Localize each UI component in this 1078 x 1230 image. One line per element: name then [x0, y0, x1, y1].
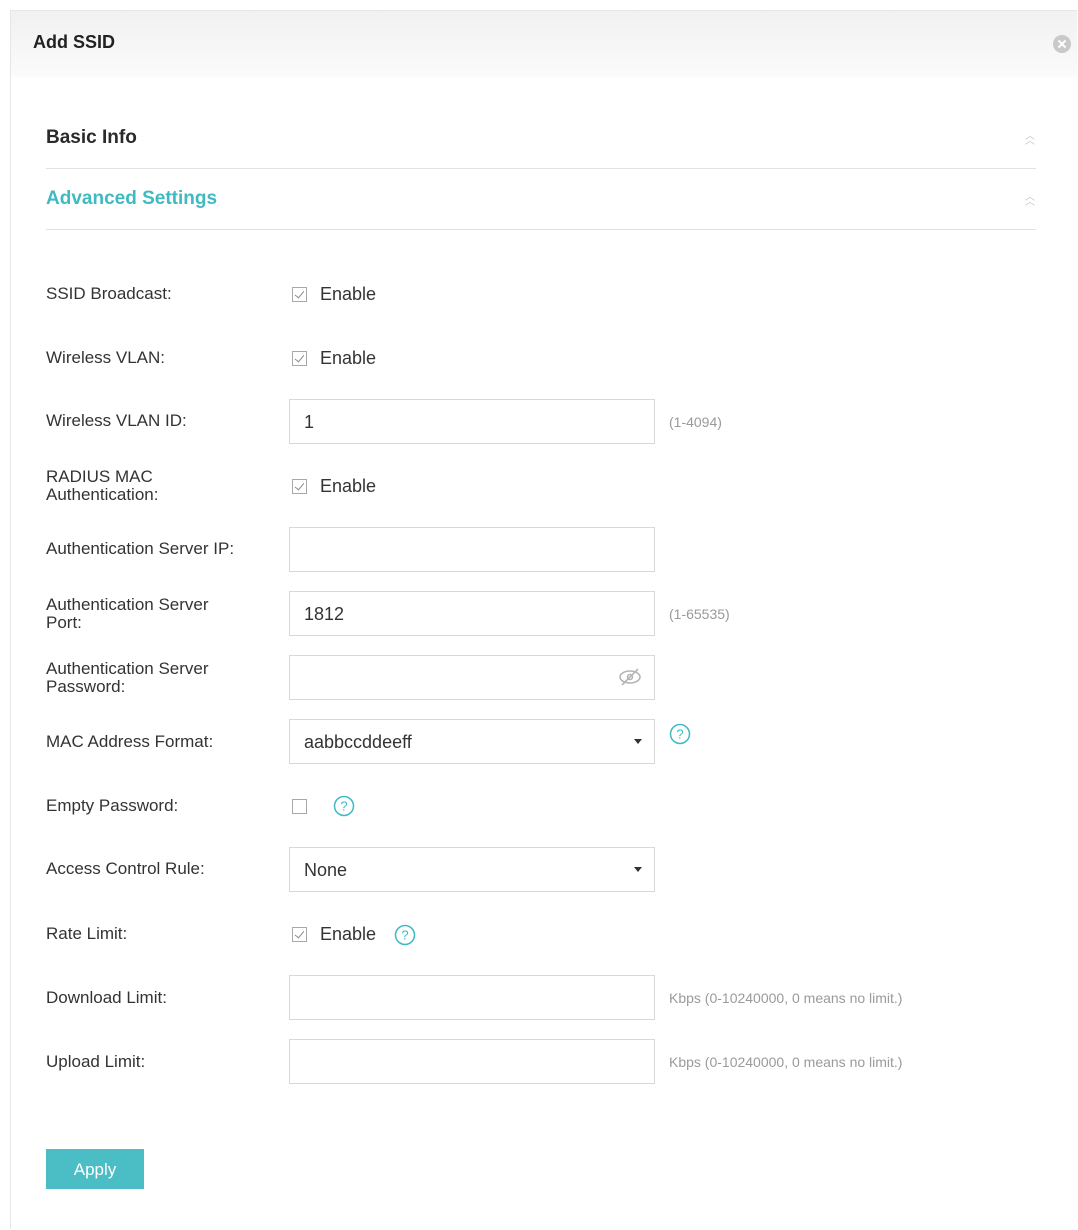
- help-icon[interactable]: ?: [669, 723, 691, 745]
- rate-limit-label: Rate Limit:: [46, 924, 128, 943]
- access-control-rule-select[interactable]: None: [289, 847, 655, 892]
- download-limit-hint: Kbps (0-10240000, 0 means no limit.): [669, 990, 903, 1006]
- rate-limit-enable-label: Enable: [320, 924, 377, 944]
- svg-text:?: ?: [401, 928, 408, 943]
- chevron-down-icon: [634, 739, 642, 744]
- radius-mac-auth-label-line1: RADIUS MAC: [46, 467, 153, 486]
- wireless-vlan-checkbox[interactable]: [292, 351, 307, 366]
- empty-password-label: Empty Password:: [46, 796, 179, 815]
- auth-server-port-label-line2: Port:: [46, 613, 82, 632]
- help-icon[interactable]: ?: [333, 795, 355, 817]
- chevron-down-icon: [634, 867, 642, 872]
- ssid-broadcast-enable-label: Enable: [320, 284, 377, 304]
- wireless-vlan-id-hint: (1-4094): [669, 414, 722, 430]
- radius-mac-auth-enable-label: Enable: [320, 476, 377, 496]
- wireless-vlan-id-label: Wireless VLAN ID:: [46, 411, 187, 430]
- download-limit-input[interactable]: [289, 975, 655, 1020]
- radius-mac-auth-label-line2: Authentication:: [46, 485, 159, 504]
- access-control-rule-label: Access Control Rule:: [46, 859, 205, 878]
- wireless-vlan-id-input[interactable]: 1: [289, 399, 655, 444]
- rate-limit-checkbox[interactable]: [292, 927, 307, 942]
- auth-server-ip-label: Authentication Server IP:: [46, 539, 235, 558]
- help-icon[interactable]: ?: [394, 924, 416, 946]
- section-basic-info-label: Basic Info: [46, 127, 137, 148]
- wireless-vlan-enable-label: Enable: [320, 348, 377, 368]
- check-icon: [294, 352, 305, 363]
- upload-limit-hint: Kbps (0-10240000, 0 means no limit.): [669, 1054, 903, 1070]
- mac-address-format-value: aabbccddeeff: [304, 732, 412, 752]
- eye-off-icon[interactable]: [618, 667, 642, 687]
- access-control-rule-value: None: [304, 860, 348, 880]
- auth-server-password-label-line1: Authentication Server: [46, 659, 209, 678]
- double-chevron-icon[interactable]: ︿ ︿: [1025, 132, 1035, 147]
- section-advanced-settings[interactable]: Advanced Settings ︿ ︿: [46, 169, 1036, 230]
- close-icon[interactable]: [1053, 35, 1071, 53]
- upload-limit-input[interactable]: [289, 1039, 655, 1084]
- check-icon: [294, 288, 305, 299]
- mac-address-format-select[interactable]: aabbccddeeff: [289, 719, 655, 764]
- auth-server-port-hint: (1-65535): [669, 606, 730, 622]
- section-basic-info[interactable]: Basic Info ︿ ︿: [46, 108, 1036, 169]
- section-advanced-settings-label: Advanced Settings: [46, 188, 218, 209]
- upload-limit-label: Upload Limit:: [46, 1052, 146, 1071]
- svg-text:?: ?: [340, 799, 347, 814]
- ssid-broadcast-checkbox[interactable]: [292, 287, 307, 302]
- dialog-titlebar: Add SSID: [11, 11, 1077, 77]
- double-chevron-icon[interactable]: ︿ ︿: [1025, 193, 1035, 208]
- download-limit-label: Download Limit:: [46, 988, 167, 1007]
- auth-server-ip-input[interactable]: [289, 527, 655, 572]
- svg-text:?: ?: [676, 727, 683, 742]
- auth-server-port-label-line1: Authentication Server: [46, 595, 209, 614]
- auth-server-password-label-line2: Password:: [46, 677, 126, 696]
- wireless-vlan-id-value: 1: [304, 412, 315, 432]
- check-icon: [294, 480, 305, 491]
- ssid-broadcast-label: SSID Broadcast:: [46, 284, 172, 303]
- check-icon: [294, 928, 305, 939]
- auth-server-port-value: 1812: [304, 604, 345, 624]
- dialog-title: Add SSID: [33, 32, 116, 52]
- empty-password-checkbox[interactable]: [292, 799, 307, 814]
- auth-server-password-input[interactable]: [289, 655, 655, 700]
- apply-button[interactable]: Apply: [46, 1149, 144, 1189]
- wireless-vlan-label: Wireless VLAN:: [46, 348, 166, 367]
- radius-mac-auth-checkbox[interactable]: [292, 479, 307, 494]
- auth-server-port-input[interactable]: 1812: [289, 591, 655, 636]
- mac-address-format-label: MAC Address Format:: [46, 732, 214, 751]
